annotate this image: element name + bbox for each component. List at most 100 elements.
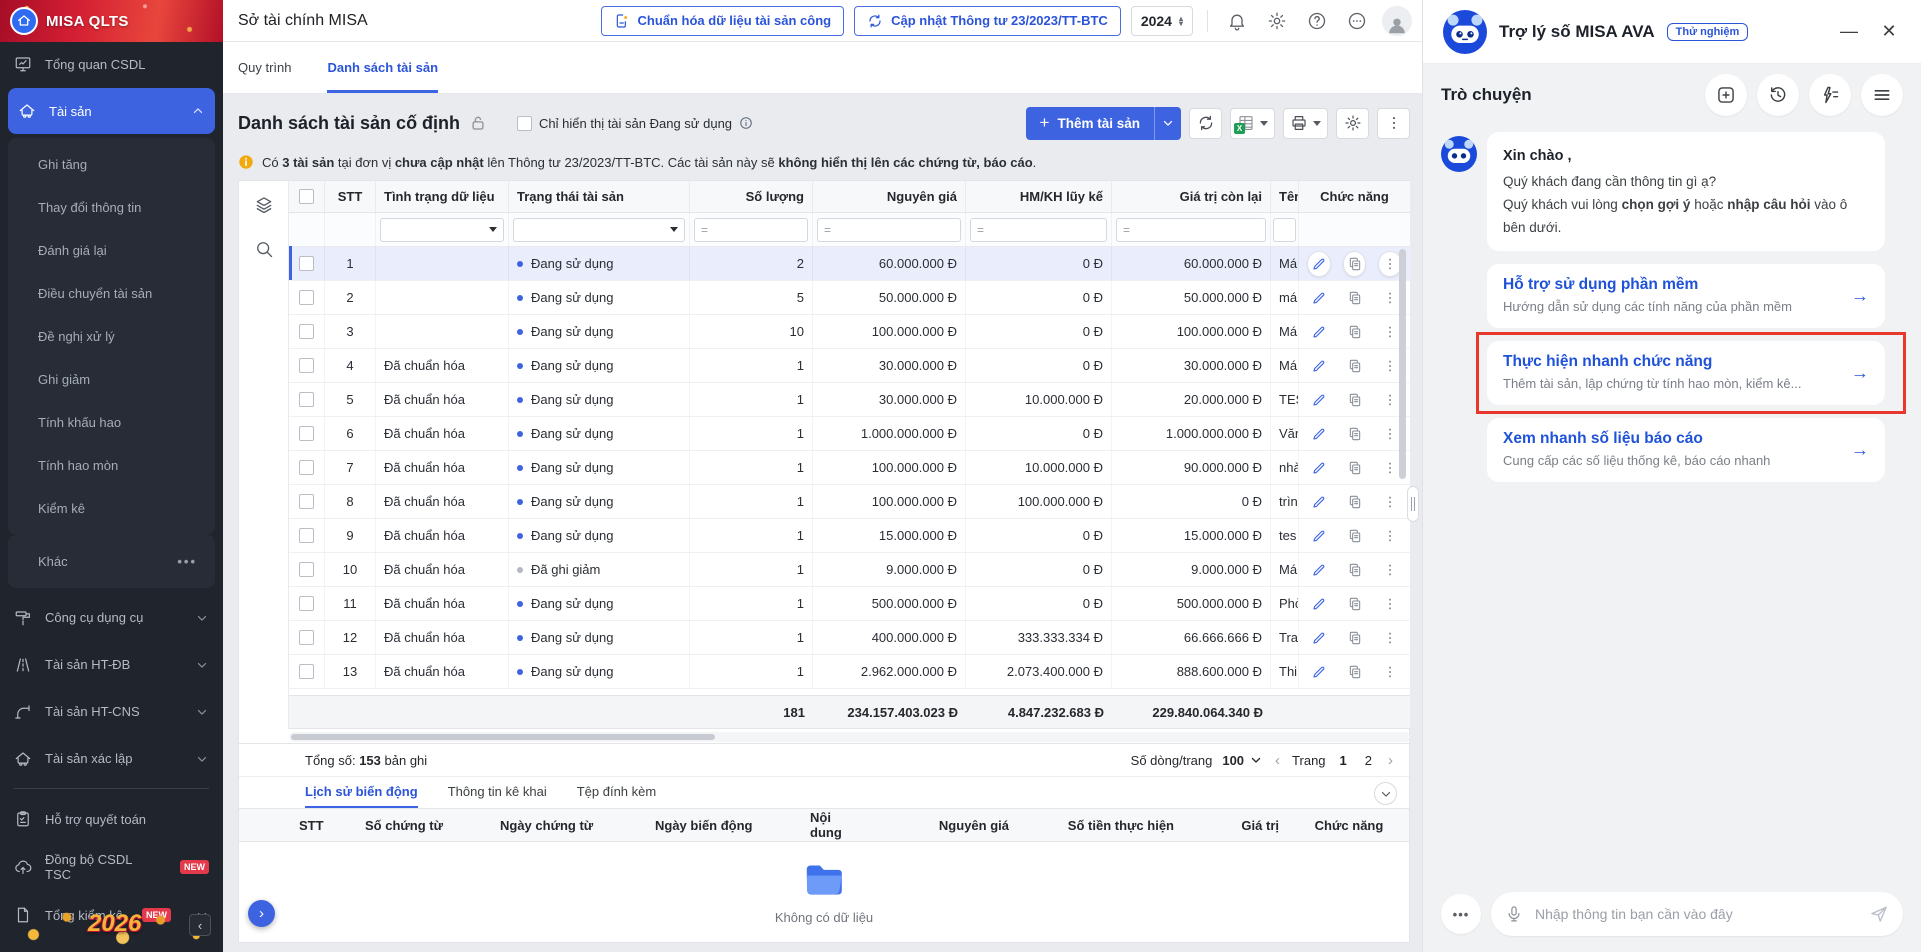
more-options-button[interactable]: [1377, 108, 1410, 139]
tab-process[interactable]: Quy trình: [238, 42, 291, 93]
table-row[interactable]: 5 Đã chuẩn hóa Đang sử dụng 1 30.000.000…: [289, 383, 1410, 417]
filter-accum-input[interactable]: =: [970, 218, 1107, 242]
row-checkbox[interactable]: [299, 324, 314, 339]
copy-icon[interactable]: [1343, 421, 1367, 447]
row-checkbox[interactable]: [299, 358, 314, 373]
row-checkbox[interactable]: [299, 630, 314, 645]
detail-tab-history[interactable]: Lịch sử biến động: [305, 777, 418, 808]
edit-icon[interactable]: [1307, 353, 1331, 379]
send-icon[interactable]: [1869, 904, 1889, 924]
sidebar-subitem[interactable]: Ghi giảm: [8, 358, 215, 401]
settings-gear-icon[interactable]: [1262, 6, 1292, 36]
sidebar-item-overview[interactable]: Tổng quan CSDL: [0, 42, 223, 86]
reload-button[interactable]: [1189, 108, 1222, 139]
detail-tab-attachments[interactable]: Tệp đính kèm: [577, 777, 657, 808]
edit-icon[interactable]: [1307, 557, 1331, 583]
vertical-scrollbar[interactable]: [1399, 249, 1406, 689]
filter-asset-status-select[interactable]: [513, 218, 685, 242]
more-apps-icon[interactable]: [1342, 6, 1372, 36]
standardize-button[interactable]: Chuẩn hóa dữ liệu tài sản công: [601, 6, 845, 36]
help-icon[interactable]: [1302, 6, 1332, 36]
add-asset-button[interactable]: +Thêm tài sản: [1026, 107, 1181, 140]
user-avatar[interactable]: [1382, 6, 1412, 36]
edit-icon[interactable]: [1307, 387, 1331, 413]
filter-qty-input[interactable]: =: [694, 218, 808, 242]
suggestion-card[interactable]: Hỗ trợ sử dụng phần mềm Hướng dẫn sử dụn…: [1487, 264, 1885, 328]
sidebar-item-settlement[interactable]: Hỗ trợ quyết toán: [0, 795, 223, 843]
chat-more-icon[interactable]: •••: [1441, 894, 1481, 934]
table-row[interactable]: 6 Đã chuẩn hóa Đang sử dụng 1 1.000.000.…: [289, 417, 1410, 451]
page-2-button[interactable]: 2: [1361, 753, 1376, 768]
detail-tab-declaration[interactable]: Thông tin kê khai: [448, 777, 547, 808]
row-checkbox[interactable]: [299, 528, 314, 543]
sidebar-subitem[interactable]: Thay đổi thông tin: [8, 186, 215, 229]
edit-icon[interactable]: [1307, 523, 1331, 549]
table-row[interactable]: 3 Đang sử dụng 10 100.000.000 Đ 0 Đ 100.…: [289, 315, 1410, 349]
sidebar-item-established[interactable]: Tài sản xác lập: [0, 735, 223, 782]
sidebar-item-tools[interactable]: Công cụ dụng cụ: [0, 594, 223, 641]
sidebar-subitem[interactable]: Đề nghị xử lý: [8, 315, 215, 358]
menu-icon[interactable]: [1861, 74, 1903, 116]
next-page-button[interactable]: ›: [1386, 752, 1395, 769]
edit-icon[interactable]: [1307, 251, 1331, 277]
notifications-bell-icon[interactable]: [1222, 6, 1252, 36]
edit-icon[interactable]: [1307, 421, 1331, 447]
scrollbar-thumb[interactable]: [291, 734, 715, 740]
scrollbar-thumb[interactable]: [1399, 249, 1406, 479]
sidebar-item-ht-cns[interactable]: Tài sản HT-CNS: [0, 688, 223, 735]
sidebar-subitem-other[interactable]: Khác •••: [8, 540, 215, 583]
prev-page-button[interactable]: ‹: [1273, 752, 1282, 769]
copy-icon[interactable]: [1343, 659, 1367, 685]
quick-actions-icon[interactable]: [1809, 74, 1851, 116]
copy-icon[interactable]: [1343, 591, 1367, 617]
row-checkbox[interactable]: [299, 392, 314, 407]
sidebar-subitem[interactable]: Đánh giá lại: [8, 229, 215, 272]
filter-in-use-checkbox[interactable]: [517, 116, 532, 131]
year-select[interactable]: 2024 ▴▾: [1131, 6, 1193, 36]
table-row[interactable]: 9 Đã chuẩn hóa Đang sử dụng 1 15.000.000…: [289, 519, 1410, 553]
update-circular-button[interactable]: Cập nhật Thông tư 23/2023/TT-BTC: [854, 6, 1121, 36]
microphone-icon[interactable]: [1505, 905, 1523, 923]
search-icon[interactable]: [254, 239, 274, 259]
sidebar-item-sync[interactable]: Đồng bộ CSDL TSC NEW: [0, 843, 223, 891]
edit-icon[interactable]: [1307, 625, 1331, 651]
history-icon[interactable]: [1757, 74, 1799, 116]
table-row[interactable]: 2 Đang sử dụng 5 50.000.000 Đ 0 Đ 50.000…: [289, 281, 1410, 315]
copy-icon[interactable]: [1343, 557, 1367, 583]
copy-icon[interactable]: [1343, 251, 1367, 277]
edit-icon[interactable]: [1307, 455, 1331, 481]
copy-icon[interactable]: [1343, 319, 1367, 345]
table-row[interactable]: 4 Đã chuẩn hóa Đang sử dụng 1 30.000.000…: [289, 349, 1410, 383]
row-checkbox[interactable]: [299, 426, 314, 441]
row-checkbox[interactable]: [299, 460, 314, 475]
panel-resize-handle[interactable]: [1407, 486, 1419, 522]
unlock-icon[interactable]: [469, 114, 487, 132]
filter-remain-input[interactable]: =: [1116, 218, 1266, 242]
sidebar-item-assets[interactable]: Tài sản: [8, 88, 215, 134]
minimize-icon[interactable]: —: [1837, 21, 1861, 42]
copy-icon[interactable]: [1343, 489, 1367, 515]
row-checkbox[interactable]: [299, 494, 314, 509]
sidebar-subitem[interactable]: Tính hao mòn: [8, 444, 215, 487]
chat-text-input[interactable]: [1533, 905, 1859, 923]
info-icon[interactable]: [739, 116, 753, 130]
page-1-button[interactable]: 1: [1336, 753, 1351, 768]
per-page-select[interactable]: 100: [1222, 753, 1263, 768]
table-settings-button[interactable]: [1336, 108, 1369, 139]
suggestion-card[interactable]: Thực hiện nhanh chức năng Thêm tài sản, …: [1487, 341, 1885, 405]
edit-icon[interactable]: [1307, 319, 1331, 345]
sidebar-subitem[interactable]: Ghi tăng: [8, 143, 215, 186]
sidebar-subitem[interactable]: Điều chuyển tài sản: [8, 272, 215, 315]
sidebar-collapse-button[interactable]: ‹: [189, 914, 211, 936]
suggestion-card[interactable]: Xem nhanh số liệu báo cáo Cung cấp các s…: [1487, 418, 1885, 482]
table-row[interactable]: 1 Đang sử dụng 2 60.000.000 Đ 0 Đ 60.000…: [289, 247, 1410, 281]
table-row[interactable]: 8 Đã chuẩn hóa Đang sử dụng 1 100.000.00…: [289, 485, 1410, 519]
row-checkbox[interactable]: [299, 562, 314, 577]
select-all-checkbox[interactable]: [299, 189, 314, 204]
edit-icon[interactable]: [1307, 591, 1331, 617]
filter-data-status-select[interactable]: [380, 218, 504, 242]
new-chat-icon[interactable]: [1705, 74, 1747, 116]
edit-icon[interactable]: [1307, 489, 1331, 515]
export-excel-button[interactable]: X: [1230, 108, 1275, 139]
edit-icon[interactable]: [1307, 285, 1331, 311]
